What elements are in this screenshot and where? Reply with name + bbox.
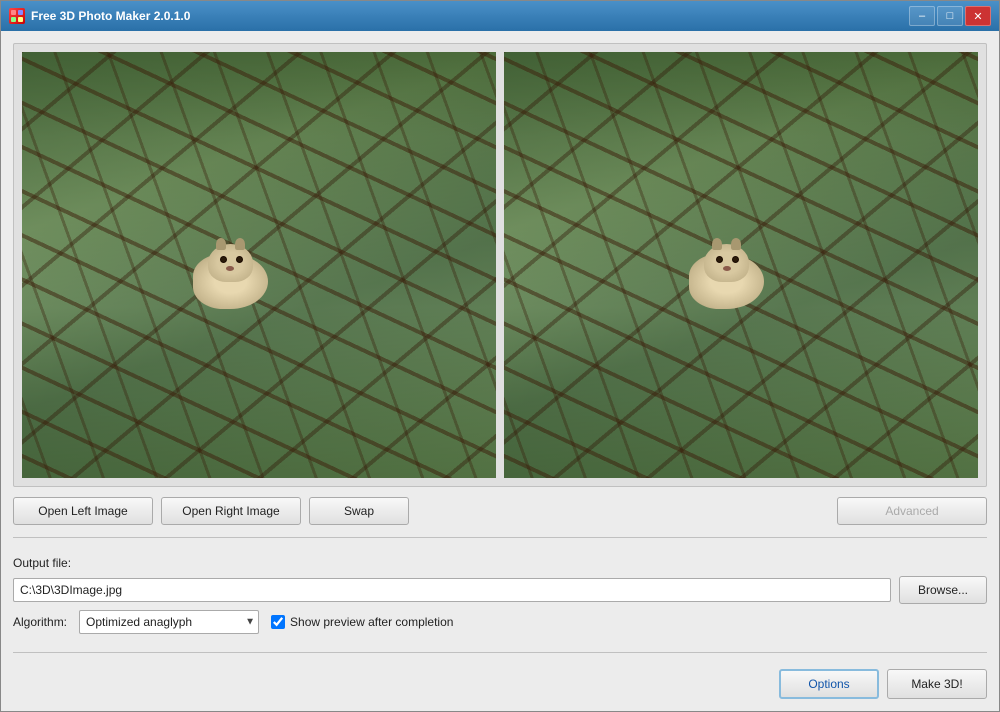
left-image-panel bbox=[22, 52, 496, 478]
open-left-button[interactable]: Open Left Image bbox=[13, 497, 153, 525]
preview-checkbox[interactable] bbox=[271, 615, 285, 629]
animal-right bbox=[684, 244, 774, 314]
maximize-button[interactable]: □ bbox=[937, 6, 963, 26]
algorithm-row: Algorithm: Optimized anaglyph True anagl… bbox=[13, 610, 987, 634]
animal-left bbox=[188, 244, 278, 314]
close-button[interactable]: ✕ bbox=[965, 6, 991, 26]
title-bar: Free 3D Photo Maker 2.0.1.0 – □ ✕ bbox=[1, 1, 999, 31]
action-buttons-row: Open Left Image Open Right Image Swap Ad… bbox=[13, 497, 987, 525]
right-image bbox=[504, 52, 978, 478]
bottom-buttons-row: Options Make 3D! bbox=[13, 665, 987, 699]
make3d-button[interactable]: Make 3D! bbox=[887, 669, 987, 699]
preview-label: Show preview after completion bbox=[290, 615, 453, 629]
output-label-row: Output file: bbox=[13, 556, 987, 570]
algorithm-select[interactable]: Optimized anaglyph True anaglyph Gray an… bbox=[79, 610, 259, 634]
window-title: Free 3D Photo Maker 2.0.1.0 bbox=[31, 9, 190, 23]
advanced-button[interactable]: Advanced bbox=[837, 497, 987, 525]
options-button[interactable]: Options bbox=[779, 669, 879, 699]
main-content: Open Left Image Open Right Image Swap Ad… bbox=[1, 31, 999, 711]
swap-button[interactable]: Swap bbox=[309, 497, 409, 525]
algorithm-label: Algorithm: bbox=[13, 615, 67, 629]
app-icon bbox=[9, 8, 25, 24]
image-area bbox=[13, 43, 987, 487]
output-section: Output file: Browse... Algorithm: Optimi… bbox=[13, 550, 987, 640]
divider-1 bbox=[13, 537, 987, 538]
divider-2 bbox=[13, 652, 987, 653]
output-input-row: Browse... bbox=[13, 576, 987, 604]
algorithm-select-wrapper: Optimized anaglyph True anaglyph Gray an… bbox=[79, 610, 259, 634]
preview-checkbox-label[interactable]: Show preview after completion bbox=[271, 615, 453, 629]
minimize-button[interactable]: – bbox=[909, 6, 935, 26]
title-buttons: – □ ✕ bbox=[909, 6, 991, 26]
right-image-panel bbox=[504, 52, 978, 478]
output-file-label: Output file: bbox=[13, 556, 71, 570]
browse-button[interactable]: Browse... bbox=[899, 576, 987, 604]
left-image bbox=[22, 52, 496, 478]
left-image-placeholder bbox=[22, 52, 496, 478]
output-file-input[interactable] bbox=[13, 578, 891, 602]
right-image-placeholder bbox=[504, 52, 978, 478]
open-right-button[interactable]: Open Right Image bbox=[161, 497, 301, 525]
main-window: Free 3D Photo Maker 2.0.1.0 – □ ✕ bbox=[0, 0, 1000, 712]
title-bar-left: Free 3D Photo Maker 2.0.1.0 bbox=[9, 8, 190, 24]
